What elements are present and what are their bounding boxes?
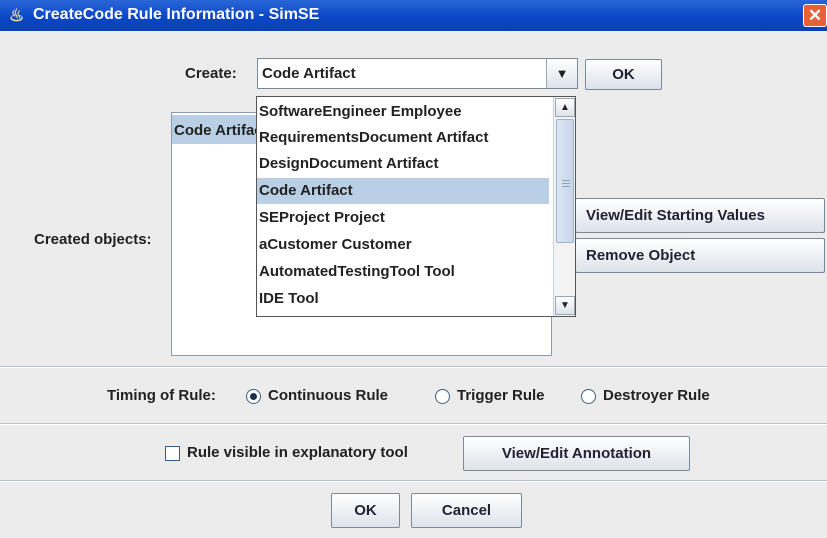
timing-label: Timing of Rule: [107, 387, 216, 404]
dropdown-option-label: RequirementsDocument Artifact [259, 129, 489, 146]
dropdown-option[interactable]: IDE Tool [257, 286, 549, 312]
scroll-up-button[interactable]: ▲ [555, 98, 575, 117]
create-type-combo[interactable]: Code Artifact ▼ [257, 58, 578, 89]
combo-dropdown-button[interactable]: ▼ [546, 59, 577, 88]
divider [0, 366, 827, 368]
explanatory-tool-checkbox[interactable] [165, 446, 180, 461]
view-edit-starting-values-button[interactable]: View/Edit Starting Values [575, 198, 825, 233]
divider [0, 480, 827, 482]
java-cup-icon: ♨ [9, 6, 25, 25]
list-item-label: Code Artifact [174, 122, 268, 139]
window-title: CreateCode Rule Information - SimSE [33, 6, 320, 23]
dropdown-option-label: AutomatedTestingTool Tool [259, 263, 455, 280]
chevron-down-icon: ▼ [555, 66, 569, 81]
continuous-rule-radio[interactable] [246, 389, 261, 404]
dropdown-option-label: IDE Tool [259, 290, 319, 307]
trigger-rule-radio[interactable] [435, 389, 450, 404]
chevron-down-icon: ▼ [560, 300, 570, 311]
created-objects-label: Created objects: [34, 231, 152, 248]
remove-object-button[interactable]: Remove Object [575, 238, 825, 273]
dropdown-option-label: SoftwareEngineer Employee [259, 103, 462, 120]
dropdown-option-selected[interactable]: Code Artifact [257, 178, 549, 204]
explanatory-tool-label[interactable]: Rule visible in explanatory tool [187, 444, 408, 461]
divider [0, 423, 827, 425]
dropdown-option-label: DesignDocument Artifact [259, 155, 439, 172]
dropdown-option[interactable]: AutomatedTestingTool Tool [257, 259, 549, 285]
view-edit-annotation-button[interactable]: View/Edit Annotation [463, 436, 690, 471]
cancel-button[interactable]: Cancel [411, 493, 522, 528]
create-selected-value: Code Artifact [262, 65, 356, 82]
dropdown-option[interactable]: SEProject Project [257, 205, 549, 231]
chevron-up-icon: ▲ [560, 102, 570, 113]
dropdown-option[interactable]: DesignDocument Artifact [257, 151, 549, 177]
dropdown-option[interactable]: RequirementsDocument Artifact [257, 125, 549, 151]
grip-icon [562, 180, 570, 181]
destroyer-rule-radio[interactable] [581, 389, 596, 404]
title-bar: ♨ CreateCode Rule Information - SimSE ✕ [0, 0, 827, 31]
create-label: Create: [185, 65, 237, 82]
trigger-rule-label[interactable]: Trigger Rule [457, 387, 545, 404]
create-dropdown-popup[interactable]: SoftwareEngineer Employee RequirementsDo… [256, 96, 576, 317]
ok-button[interactable]: OK [331, 493, 400, 528]
dropdown-scrollbar[interactable]: ▲ ▼ [553, 97, 575, 316]
dropdown-option[interactable]: SoftwareEngineer Employee [257, 99, 549, 125]
close-button[interactable]: ✕ [803, 4, 827, 27]
destroyer-rule-label[interactable]: Destroyer Rule [603, 387, 710, 404]
create-ok-button[interactable]: OK [585, 59, 662, 90]
dropdown-option-label: aCustomer Customer [259, 236, 412, 253]
dropdown-option-label: Code Artifact [259, 182, 353, 199]
scroll-down-button[interactable]: ▼ [555, 296, 575, 315]
close-icon: ✕ [807, 6, 823, 25]
dropdown-option-label: SEProject Project [259, 209, 385, 226]
scrollbar-thumb[interactable] [556, 119, 574, 243]
dropdown-option[interactable]: aCustomer Customer [257, 232, 549, 258]
continuous-rule-label[interactable]: Continuous Rule [268, 387, 388, 404]
